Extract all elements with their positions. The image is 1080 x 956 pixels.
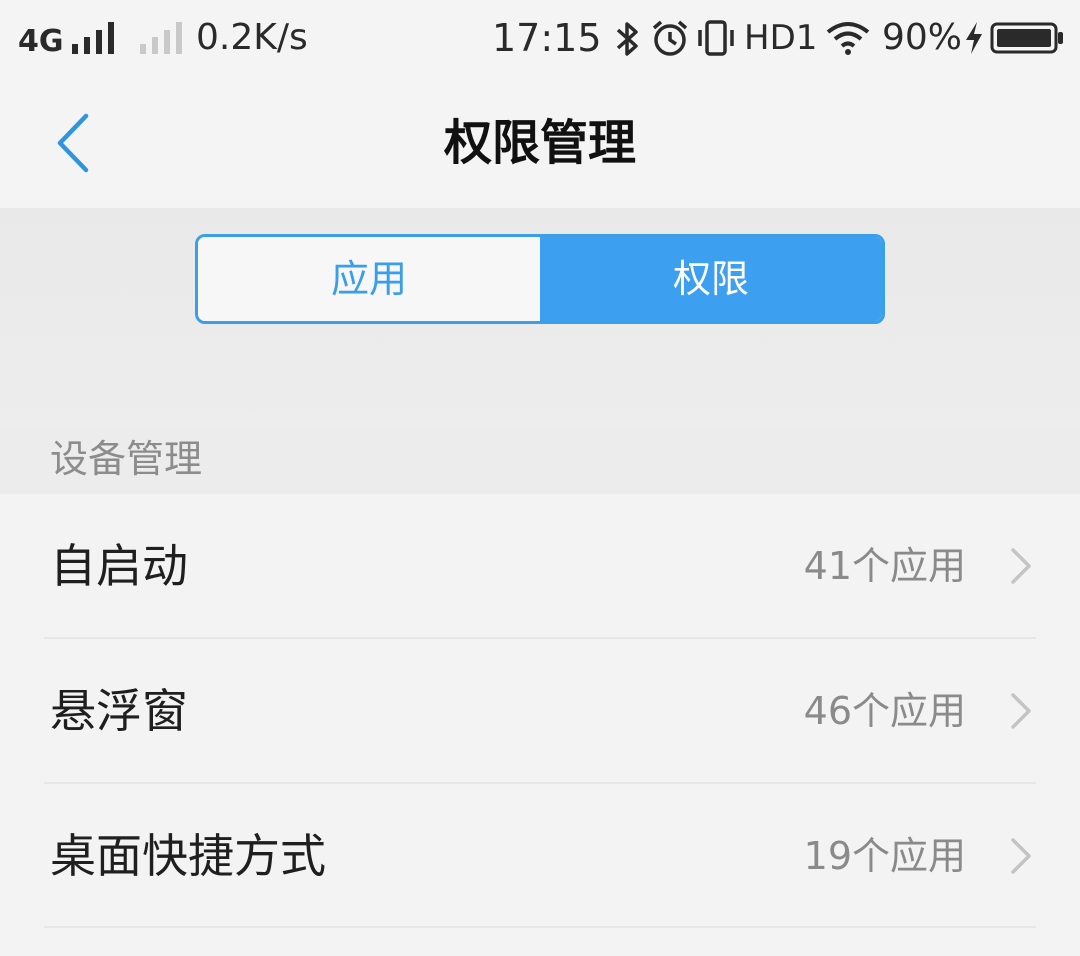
network-speed: 0.2K/s [196,17,308,58]
network-type: 4G [18,24,64,59]
list-item-count: 46个应用 [803,689,966,733]
back-chevron-icon [57,113,89,173]
list-item-floating-window[interactable]: 悬浮窗 46个应用 [0,639,1080,783]
battery-icon [990,22,1063,54]
chevron-right-icon [1011,548,1031,584]
wifi-icon [826,22,870,55]
status-bar: 4G 0.2K/s 17:15 HD1 90% [0,0,1080,78]
list-item-count: 19个应用 [803,834,966,878]
chevron-right-icon [1011,693,1031,729]
navigation-bar: 权限管理 [0,78,1080,208]
list-item-count: 41个应用 [803,544,966,588]
charging-icon [966,22,982,54]
chevron-right-icon [1011,838,1031,874]
list-item-label: 自启动 [50,539,188,593]
clock: 17:15 [492,16,602,60]
list-item-autostart[interactable]: 自启动 41个应用 [0,494,1080,638]
bluetooth-icon [616,22,638,56]
list-item-desktop-shortcut[interactable]: 桌面快捷方式 19个应用 [0,784,1080,928]
list-item-label: 桌面快捷方式 [50,829,326,883]
alarm-icon [652,20,688,56]
segment-area: 应用 权限 [0,208,1080,430]
back-button[interactable] [44,108,104,178]
signal-weak-icon [140,22,182,54]
signal-icon [72,22,114,54]
divider [44,926,1036,928]
tab-permissions[interactable]: 权限 [540,237,882,321]
vibrate-icon [698,20,734,56]
hd-indicator: HD1 [744,18,818,58]
list-item-label: 悬浮窗 [50,684,188,738]
permission-list: 自启动 41个应用 悬浮窗 46个应用 桌面快捷方式 19个应用 [0,494,1080,956]
page-title: 权限管理 [443,115,636,171]
segmented-control: 应用 权限 [195,234,885,324]
tab-apps[interactable]: 应用 [198,237,540,321]
section-header: 设备管理 [50,437,203,481]
battery-percent: 90% [882,17,963,58]
